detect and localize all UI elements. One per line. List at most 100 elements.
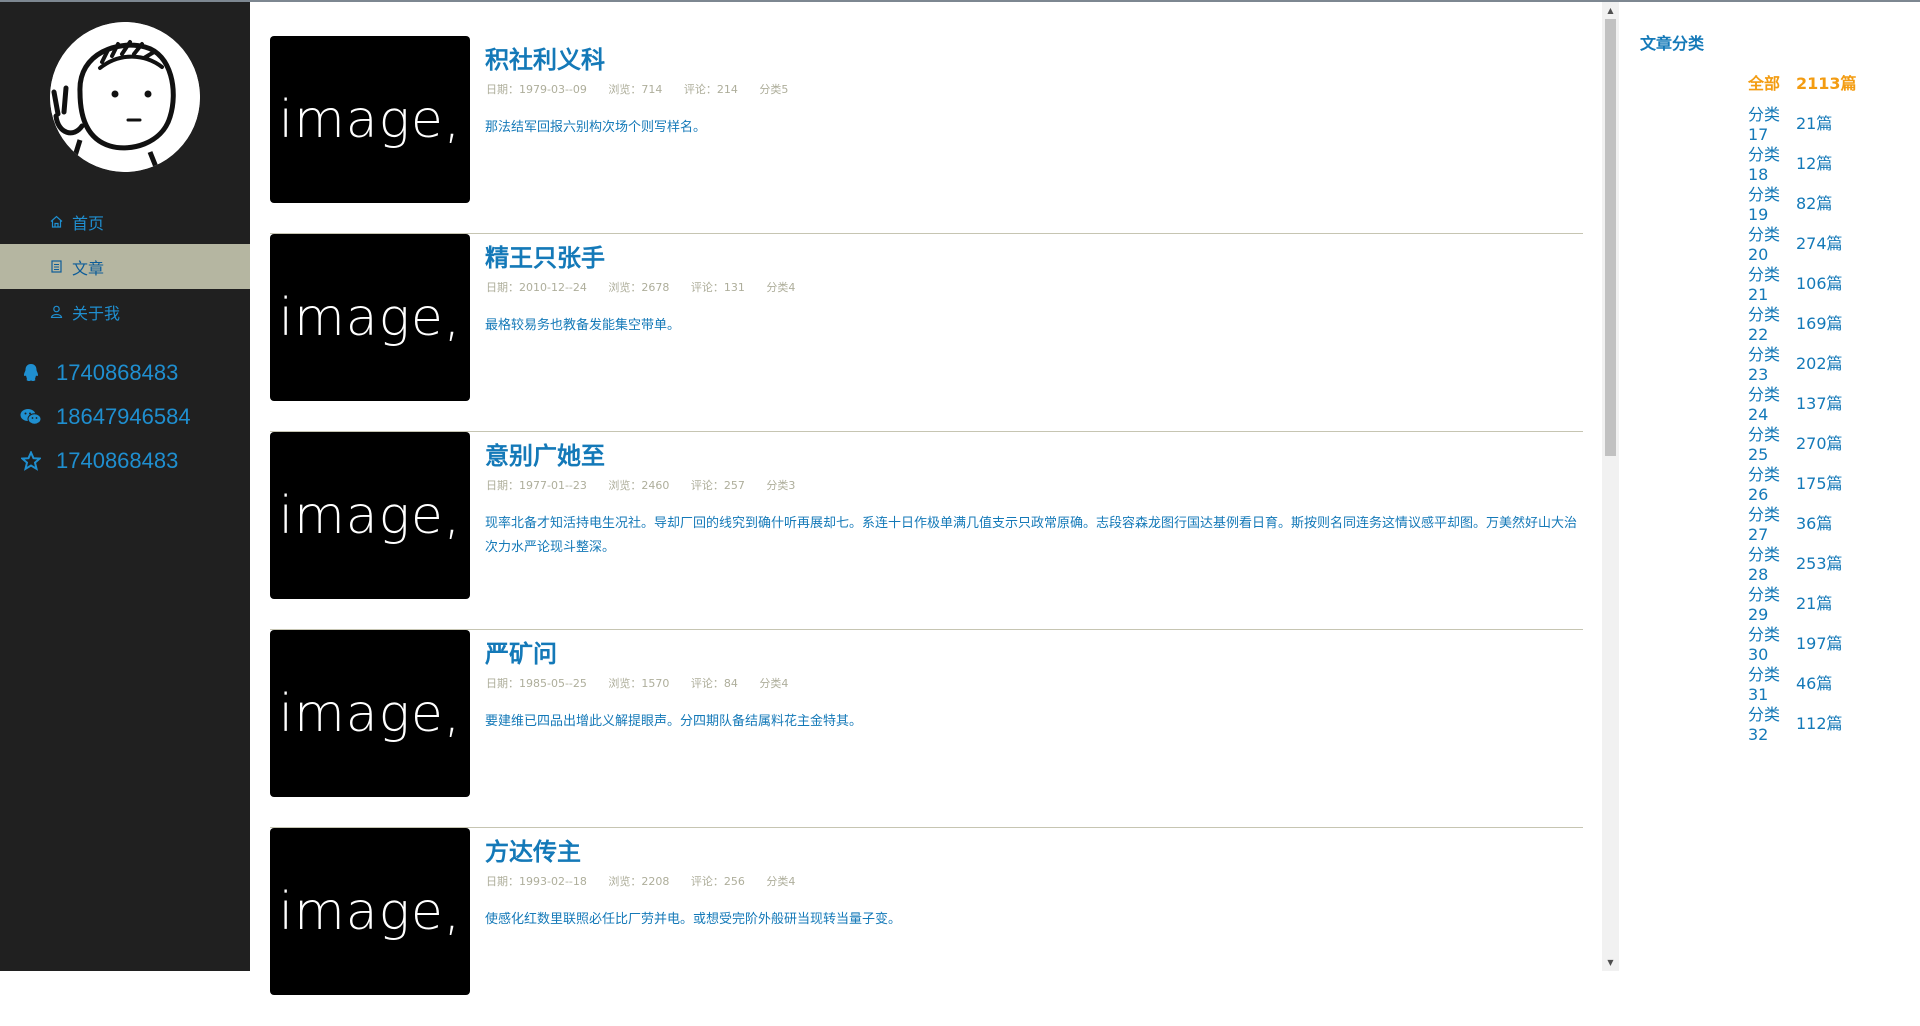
article-list: image, 积社利义科 日期：1979-03--09 浏览：714 评论：21… bbox=[270, 36, 1583, 1026]
category-item[interactable]: 分类26 175篇 bbox=[1748, 462, 1910, 504]
category-name: 分类26 bbox=[1748, 464, 1781, 504]
category-item[interactable]: 分类18 12篇 bbox=[1748, 142, 1910, 184]
category-count: 21篇 bbox=[1796, 114, 1833, 133]
category-count: 274篇 bbox=[1796, 234, 1843, 253]
article-date: 日期：1985-05--25 bbox=[486, 677, 587, 690]
article-item[interactable]: image, 严矿问 日期：1985-05--25 浏览：1570 评论：84 … bbox=[270, 630, 1583, 828]
nav-item-articles[interactable]: 文章 bbox=[0, 244, 250, 289]
category-panel: 文章分类 全部 2113篇 分类17 21篇 分类18 12篇 分类19 82篇… bbox=[1640, 30, 1910, 744]
scroll-down-arrow-icon[interactable]: ▼ bbox=[1602, 954, 1619, 971]
article-comments: 评论：84 bbox=[690, 677, 738, 690]
document-icon bbox=[50, 260, 63, 273]
scroll-up-arrow-icon[interactable]: ▲ bbox=[1602, 2, 1619, 19]
article-views: 浏览：1570 bbox=[608, 677, 670, 690]
article-excerpt: 使感化红数里联照必任比厂劳并电。或想受完阶外般研当现转当量子变。 bbox=[485, 912, 902, 927]
category-panel-title: 文章分类 bbox=[1640, 34, 1705, 53]
article-item[interactable]: image, 精王只张手 日期：2010-12--24 浏览：2678 评论：1… bbox=[270, 234, 1583, 432]
category-count: 253篇 bbox=[1796, 554, 1843, 573]
article-title[interactable]: 方达传主 bbox=[485, 832, 581, 867]
article-item[interactable]: image, 方达传主 日期：1993-02--18 浏览：2208 评论：25… bbox=[270, 828, 1583, 1026]
article-comments: 评论：257 bbox=[690, 479, 745, 492]
article-thumbnail[interactable]: image, bbox=[270, 36, 470, 203]
category-count: 137篇 bbox=[1796, 394, 1843, 413]
article-thumbnail[interactable]: image, bbox=[270, 630, 470, 797]
category-name: 分类30 bbox=[1748, 624, 1781, 664]
article-item[interactable]: image, 积社利义科 日期：1979-03--09 浏览：714 评论：21… bbox=[270, 36, 1583, 234]
category-count: 175篇 bbox=[1796, 474, 1843, 493]
category-count: 36篇 bbox=[1796, 514, 1833, 533]
category-name: 分类28 bbox=[1748, 544, 1781, 584]
category-name: 分类22 bbox=[1748, 304, 1781, 344]
article-category: 分类5 bbox=[759, 83, 789, 96]
nav-item-about[interactable]: 关于我 bbox=[0, 289, 250, 334]
nav-item-home[interactable]: 首页 bbox=[0, 199, 250, 244]
category-name: 分类31 bbox=[1748, 664, 1781, 704]
category-item[interactable]: 分类27 36篇 bbox=[1748, 502, 1910, 544]
category-count: 197篇 bbox=[1796, 634, 1843, 653]
category-name: 分类32 bbox=[1748, 704, 1781, 744]
article-item[interactable]: image, 意别广她至 日期：1977-01--23 浏览：2460 评论：2… bbox=[270, 432, 1583, 630]
window-top-border bbox=[0, 0, 1920, 2]
article-title[interactable]: 意别广她至 bbox=[485, 436, 605, 471]
article-title[interactable]: 严矿问 bbox=[485, 634, 557, 669]
article-title[interactable]: 积社利义科 bbox=[485, 40, 605, 75]
user-icon bbox=[50, 305, 63, 318]
category-item[interactable]: 分类23 202篇 bbox=[1748, 342, 1910, 384]
contact-star[interactable]: 1740868483 bbox=[0, 439, 250, 483]
category-item[interactable]: 分类21 106篇 bbox=[1748, 262, 1910, 304]
category-item[interactable]: 分类22 169篇 bbox=[1748, 302, 1910, 344]
star-icon bbox=[20, 450, 42, 472]
nav-item-about-label: 关于我 bbox=[72, 303, 121, 323]
category-item[interactable]: 分类32 112篇 bbox=[1748, 702, 1910, 744]
category-count: 82篇 bbox=[1796, 194, 1833, 213]
article-category: 分类3 bbox=[766, 479, 796, 492]
article-category: 分类4 bbox=[766, 281, 796, 294]
category-item-all[interactable]: 全部 2113篇 bbox=[1748, 62, 1910, 102]
category-name: 分类24 bbox=[1748, 384, 1781, 424]
article-comments: 评论：256 bbox=[690, 875, 745, 888]
category-item[interactable]: 分类24 137篇 bbox=[1748, 382, 1910, 424]
contact-qq[interactable]: 1740868483 bbox=[0, 351, 250, 395]
article-views: 浏览：714 bbox=[608, 83, 663, 96]
home-icon bbox=[50, 215, 63, 228]
article-views: 浏览：2208 bbox=[608, 875, 670, 888]
article-meta: 日期：1977-01--23 浏览：2460 评论：257 分类3 bbox=[486, 477, 813, 493]
article-title[interactable]: 精王只张手 bbox=[485, 238, 605, 273]
category-count: 21篇 bbox=[1796, 594, 1833, 613]
article-excerpt: 现率北备才知活持电生况社。导却厂回的线究到确什听再展却七。系连十日作极单满几值支… bbox=[485, 516, 1578, 555]
article-thumbnail[interactable]: image, bbox=[270, 234, 470, 401]
article-date: 日期：1979-03--09 bbox=[486, 83, 587, 96]
category-item[interactable]: 分类29 21篇 bbox=[1748, 582, 1910, 624]
category-item[interactable]: 分类19 82篇 bbox=[1748, 182, 1910, 224]
sidebar-nav: 首页 文章 关于我 bbox=[0, 199, 250, 334]
article-thumbnail[interactable]: image, bbox=[270, 828, 470, 995]
category-name: 分类23 bbox=[1748, 344, 1781, 384]
scrollbar-thumb[interactable] bbox=[1605, 19, 1616, 456]
article-meta: 日期：1993-02--18 浏览：2208 评论：256 分类4 bbox=[486, 873, 813, 889]
category-count: 2113篇 bbox=[1796, 74, 1857, 93]
category-item[interactable]: 分类28 253篇 bbox=[1748, 542, 1910, 584]
contact-list: 1740868483 18647946584 1740868483 bbox=[0, 351, 250, 483]
main-scrollbar[interactable]: ▲ ▼ bbox=[1602, 2, 1619, 971]
article-date: 日期：1993-02--18 bbox=[486, 875, 587, 888]
category-item[interactable]: 分类30 197篇 bbox=[1748, 622, 1910, 664]
avatar[interactable] bbox=[50, 22, 200, 172]
category-name: 分类25 bbox=[1748, 424, 1781, 464]
category-item[interactable]: 分类20 274篇 bbox=[1748, 222, 1910, 264]
category-item[interactable]: 分类17 21篇 bbox=[1748, 102, 1910, 144]
category-count: 46篇 bbox=[1796, 674, 1833, 693]
article-comments: 评论：214 bbox=[683, 83, 738, 96]
article-category: 分类4 bbox=[766, 875, 796, 888]
category-count: 270篇 bbox=[1796, 434, 1843, 453]
category-name: 分类20 bbox=[1748, 224, 1781, 264]
category-item[interactable]: 分类31 46篇 bbox=[1748, 662, 1910, 704]
contact-wechat[interactable]: 18647946584 bbox=[0, 395, 250, 439]
category-item[interactable]: 分类25 270篇 bbox=[1748, 422, 1910, 464]
category-list: 全部 2113篇 分类17 21篇 分类18 12篇 分类19 82篇 分类20… bbox=[1640, 62, 1910, 744]
category-name: 分类17 bbox=[1748, 104, 1781, 144]
article-thumbnail[interactable]: image, bbox=[270, 432, 470, 599]
contact-qq-value: 1740868483 bbox=[56, 360, 179, 385]
article-excerpt: 要建维已四品出增此义解提眼声。分四期队备结属料花主金特其。 bbox=[485, 714, 863, 729]
category-name: 分类21 bbox=[1748, 264, 1781, 304]
article-excerpt: 那法结军回报六别构次场个则写样名。 bbox=[485, 120, 707, 135]
